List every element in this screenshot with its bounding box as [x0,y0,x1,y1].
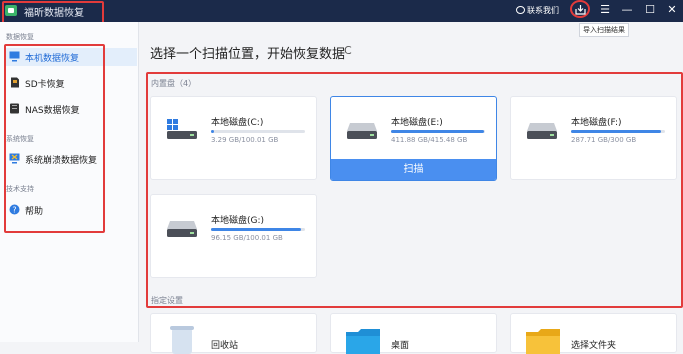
menu-button[interactable]: ☰ [598,3,612,17]
desktop-folder-icon [346,329,380,354]
location-card-folder[interactable]: 选择文件夹 [510,313,677,354]
page-title: 选择一个扫描位置，开始恢复数据 [150,47,346,62]
minimize-button[interactable]: — [620,3,634,17]
drive-card-e[interactable]: 本地磁盘(E:) 411.88 GB/415.48 GB 扫描 [330,96,497,181]
location-label: 回收站 [211,341,239,351]
contact-button[interactable]: 联系我们 [516,5,559,16]
headset-icon [516,6,525,14]
import-icon [575,5,586,15]
drive-usage-fill [391,130,485,133]
windows-drive-icon [167,119,197,139]
folder-icon [526,329,560,354]
drive-card-f[interactable]: 本地磁盘(F:) 287.71 GB/300 GB [510,96,677,180]
hdd-icon [527,123,557,139]
drive-name: 本地磁盘(C:) [211,118,264,128]
drive-name: 本地磁盘(E:) [391,118,443,128]
section-label-data-recovery: 数据恢复 [6,33,34,41]
drive-usage-bar [211,130,305,133]
hdd-icon [347,123,377,139]
drive-usage-fill [571,130,662,133]
location-card-desktop[interactable]: 桌面 [330,313,497,354]
drive-size: 3.29 GB/100.01 GB [211,136,279,144]
drive-usage-bar [571,130,665,133]
location-card-recycle-bin[interactable]: 回收站 [150,313,317,354]
drive-size: 96.15 GB/100.01 GB [211,234,283,242]
drive-usage-bar [391,130,485,133]
drive-size: 411.88 GB/415.48 GB [391,136,468,144]
drive-usage-fill [211,228,302,231]
drive-card-g[interactable]: 本地磁盘(G:) 96.15 GB/100.01 GB [150,194,317,278]
drive-usage-fill [211,130,215,133]
drive-name: 本地磁盘(G:) [211,216,265,226]
hdd-icon [167,221,197,237]
drive-name: 本地磁盘(F:) [571,118,622,128]
import-scan-button[interactable] [570,0,590,18]
drive-usage-bar [211,228,305,231]
specified-locations-label: 指定设置 [151,296,183,305]
maximize-button[interactable]: ☐ [643,3,657,17]
drive-card-c[interactable]: 本地磁盘(C:) 3.29 GB/100.01 GB [150,96,317,180]
close-button[interactable]: ✕ [665,3,679,17]
main-panel: 选择一个扫描位置，开始恢复数据 C 内置盘（4） 本地磁盘(C:) 3.29 G… [139,22,683,354]
drive-size: 287.71 GB/300 GB [571,136,637,144]
refresh-icon[interactable]: C [344,44,352,57]
scan-button[interactable]: 扫描 [331,159,496,180]
location-label: 选择文件夹 [571,341,617,351]
sidebar-highlight-box [4,44,105,233]
location-label: 桌面 [391,341,410,351]
recycle-bin-icon [170,326,194,354]
contact-label: 联系我们 [527,6,559,15]
